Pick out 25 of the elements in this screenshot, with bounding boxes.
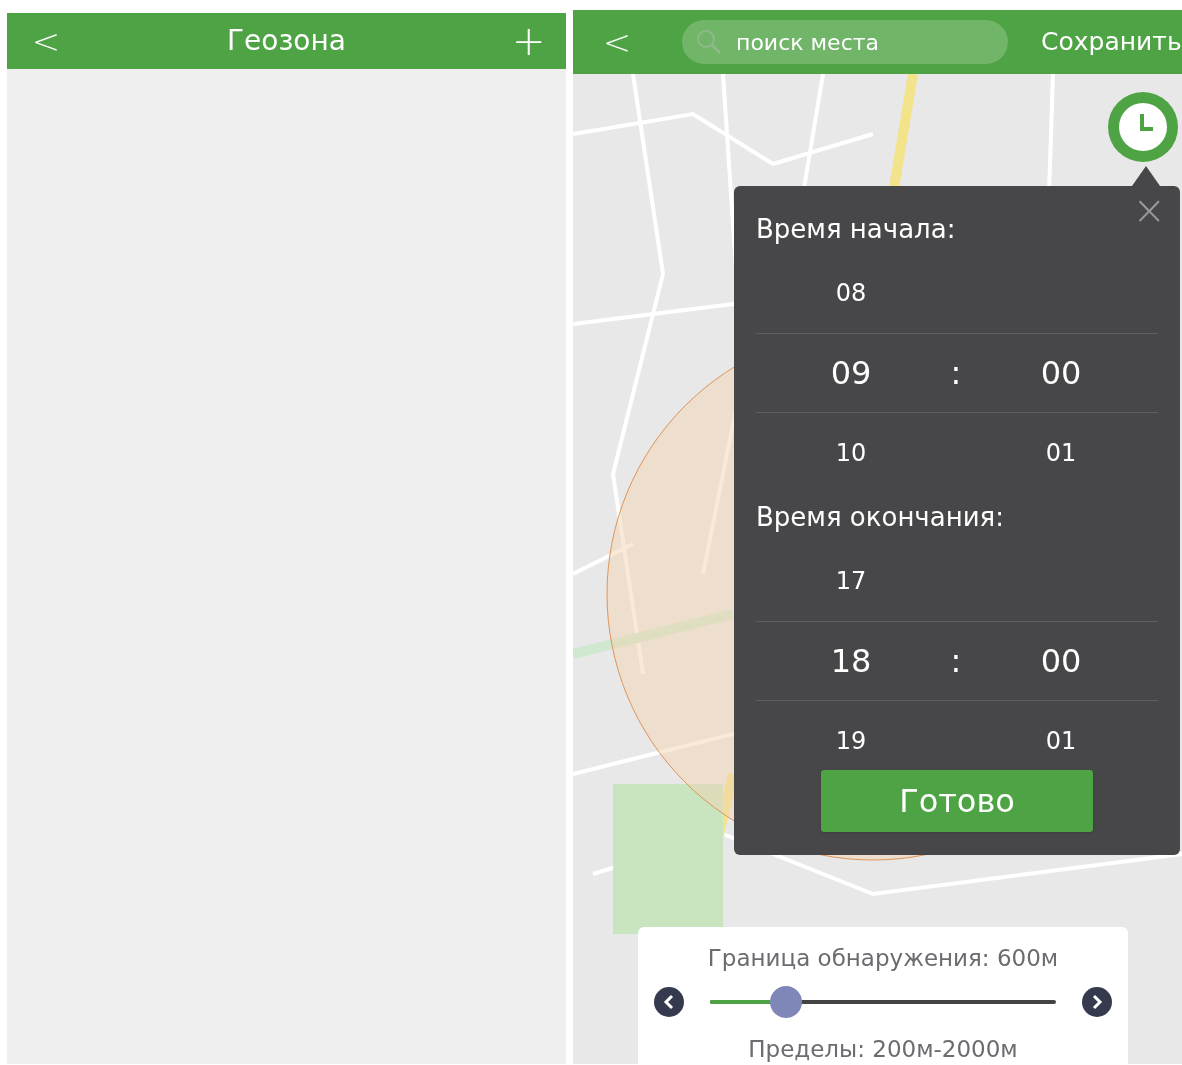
time-separator: : [949, 641, 963, 682]
slider-track[interactable] [710, 985, 1056, 1018]
hour-option[interactable]: 08 [756, 275, 946, 311]
time-separator: : [949, 353, 963, 394]
hour-option[interactable]: 17 [756, 563, 946, 599]
minute-option[interactable]: 01 [966, 723, 1156, 759]
range-title: Граница обнаружения: 600м [707, 944, 1059, 973]
clock-icon [1118, 102, 1168, 152]
decrease-button[interactable] [654, 986, 684, 1017]
picker-title: Время окончания: [756, 501, 1005, 534]
hour-option[interactable]: 10 [756, 435, 946, 471]
screen-title: Геозона [227, 23, 346, 59]
range-limits: Пределы: 200м-2000м [748, 1034, 1018, 1064]
hour-option[interactable]: 09 [756, 349, 946, 397]
hour-option[interactable]: 18 [756, 637, 946, 685]
chevron-right-icon [1090, 993, 1104, 1010]
minute-option[interactable]: 00 [966, 637, 1156, 685]
increase-button[interactable] [1082, 986, 1112, 1017]
minute-option[interactable]: 00 [966, 349, 1156, 397]
chevron-left-icon [662, 993, 676, 1010]
hour-option[interactable]: 19 [756, 723, 946, 759]
picker-title: Время начала: [756, 213, 957, 246]
search-icon [696, 29, 722, 55]
minute-option[interactable]: 01 [966, 435, 1156, 471]
slider-thumb[interactable] [770, 985, 803, 1018]
